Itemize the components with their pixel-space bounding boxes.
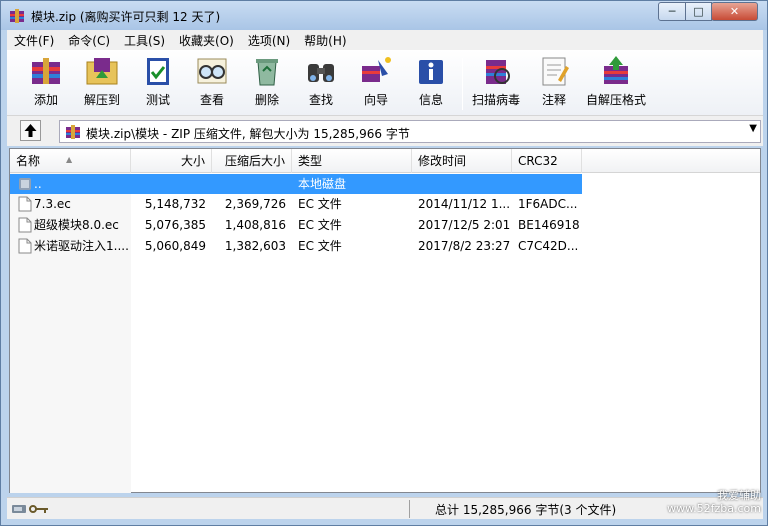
delete-button[interactable]: 删除 bbox=[238, 52, 296, 114]
sfx-icon bbox=[604, 56, 628, 84]
column-modified[interactable]: 修改时间 bbox=[412, 149, 512, 173]
file-icon bbox=[18, 238, 32, 254]
sfx-button[interactable]: 自解压格式 bbox=[581, 52, 651, 114]
up-arrow-icon bbox=[24, 124, 37, 137]
view-glasses-icon bbox=[197, 58, 227, 84]
menu-tools[interactable]: 工具(S) bbox=[117, 32, 172, 49]
menu-file[interactable]: 文件(F) bbox=[7, 32, 61, 49]
list-item-parent[interactable]: .. 本地磁盘 bbox=[10, 174, 582, 194]
comment-button[interactable]: 注释 bbox=[525, 52, 583, 114]
info-icon bbox=[419, 60, 443, 84]
column-crc32[interactable]: CRC32 bbox=[512, 149, 582, 173]
comment-icon bbox=[542, 57, 569, 86]
sort-ascending-icon: ▲ bbox=[66, 155, 73, 164]
scan-virus-button[interactable]: 扫描病毒 bbox=[467, 52, 525, 114]
column-packed-size[interactable]: 压缩后大小 bbox=[212, 149, 292, 173]
list-item[interactable]: 7.3.ec 5,148,732 2,369,726 EC 文件 2014/11… bbox=[10, 194, 582, 214]
status-divider bbox=[409, 500, 410, 518]
path-field[interactable]: 模块.zip\模块 - ZIP 压缩文件, 解包大小为 15,285,966 字… bbox=[59, 120, 761, 143]
scan-virus-icon bbox=[486, 60, 510, 84]
column-type[interactable]: 类型 bbox=[292, 149, 412, 173]
winrar-window: 模块.zip (离购买许可只剩 12 天了) ─ □ ✕ 文件(F) 命令(C)… bbox=[0, 0, 768, 526]
file-icon bbox=[18, 217, 32, 233]
menu-bar: 文件(F) 命令(C) 工具(S) 收藏夹(O) 选项(N) 帮助(H) bbox=[7, 30, 763, 50]
toolbar: 添加 解压到 测试 查看 删除 查找 向导 信息 扫描病毒 注释 自解压格式 bbox=[7, 50, 763, 116]
wizard-button[interactable]: 向导 bbox=[347, 52, 405, 114]
test-button[interactable]: 测试 bbox=[129, 52, 187, 114]
wizard-icon bbox=[362, 57, 391, 82]
find-binoculars-icon bbox=[308, 64, 334, 82]
extract-to-button[interactable]: 解压到 bbox=[73, 52, 131, 114]
column-size[interactable]: 大小 bbox=[131, 149, 212, 173]
address-bar: 模块.zip\模块 - ZIP 压缩文件, 解包大小为 15,285,966 字… bbox=[7, 116, 763, 146]
archive-icon bbox=[66, 125, 80, 139]
extract-folder-icon bbox=[86, 58, 118, 85]
status-summary: 总计 15,285,966 字节(3 个文件) bbox=[435, 503, 617, 517]
drive-key-icons[interactable] bbox=[11, 502, 51, 516]
path-dropdown-icon[interactable]: ▼ bbox=[749, 123, 757, 134]
menu-options[interactable]: 选项(N) bbox=[241, 32, 297, 49]
watermark: 我爱辅助 www.52fzba.com bbox=[667, 489, 761, 515]
list-item[interactable]: 超级模块8.0.ec 5,076,385 1,408,816 EC 文件 201… bbox=[10, 215, 582, 235]
toolbar-separator bbox=[462, 58, 463, 110]
menu-help[interactable]: 帮助(H) bbox=[297, 32, 353, 49]
title-bar[interactable]: 模块.zip (离购买许可只剩 12 天了) ─ □ ✕ bbox=[1, 1, 767, 30]
winrar-app-icon bbox=[10, 9, 24, 23]
close-button[interactable]: ✕ bbox=[711, 2, 758, 21]
list-item[interactable]: 米诺驱动注入1.... 5,060,849 1,382,603 EC 文件 20… bbox=[10, 236, 582, 256]
column-header: 名称 ▲ 大小 压缩后大小 类型 修改时间 CRC32 bbox=[10, 149, 760, 173]
window-title: 模块.zip (离购买许可只剩 12 天了) bbox=[31, 10, 221, 24]
view-button[interactable]: 查看 bbox=[183, 52, 241, 114]
up-folder-button[interactable] bbox=[20, 120, 41, 141]
path-text: 模块.zip\模块 - ZIP 压缩文件, 解包大小为 15,285,966 字… bbox=[86, 127, 410, 141]
drive-icon bbox=[19, 178, 31, 190]
file-icon bbox=[18, 196, 32, 212]
test-book-icon bbox=[147, 58, 169, 85]
minimize-button[interactable]: ─ bbox=[658, 2, 686, 21]
find-button[interactable]: 查找 bbox=[292, 52, 350, 114]
file-list: 名称 ▲ 大小 压缩后大小 类型 修改时间 CRC32 .. 本地磁盘 7.3.… bbox=[9, 148, 761, 493]
info-button[interactable]: 信息 bbox=[402, 52, 460, 114]
column-name[interactable]: 名称 ▲ bbox=[10, 149, 131, 173]
add-button[interactable]: 添加 bbox=[17, 52, 75, 114]
delete-recycle-icon bbox=[256, 59, 278, 86]
add-books-icon bbox=[32, 58, 60, 84]
maximize-button[interactable]: □ bbox=[685, 2, 712, 21]
menu-favorites[interactable]: 收藏夹(O) bbox=[172, 32, 241, 49]
menu-commands[interactable]: 命令(C) bbox=[61, 32, 117, 49]
